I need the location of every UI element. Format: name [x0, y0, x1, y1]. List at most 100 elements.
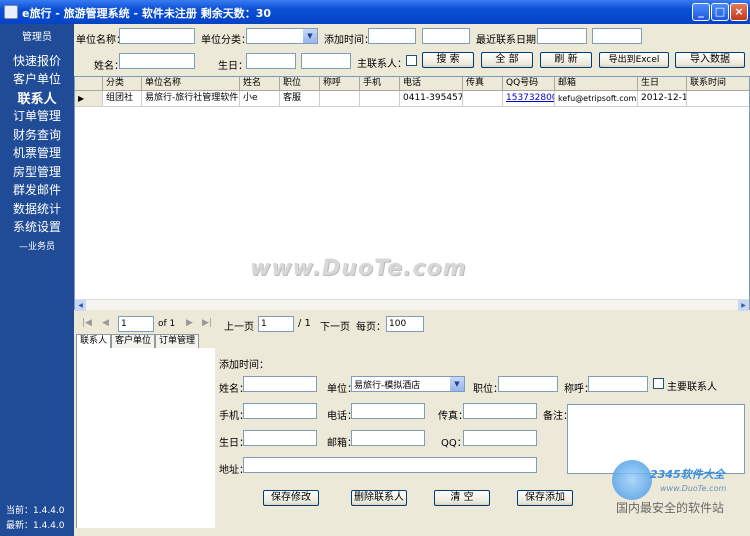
sidebar-item-orders[interactable]: 订单管理 [0, 107, 74, 124]
first-page-icon[interactable]: |◀ [82, 318, 92, 328]
table-cell[interactable]: 客服 [280, 91, 320, 107]
delete-contact-button[interactable]: 删除联系人 [351, 490, 407, 506]
table-cell[interactable]: 易旅行-旅行社管理软件 [142, 91, 240, 107]
pager: |◀ ◀ 1 of 1 ▶ ▶| 上一页 1 / 1 下一页 每页： 100 [74, 312, 750, 334]
add-time-end-input[interactable] [422, 28, 470, 44]
app-icon [4, 5, 18, 19]
page-of-text: of 1 [158, 319, 176, 329]
unit-name-input[interactable] [119, 28, 195, 44]
sidebar-item-customer-units[interactable]: 客户单位 [0, 70, 74, 87]
row-header-corner [75, 77, 103, 91]
prev-page-link[interactable]: 上一页 [224, 318, 254, 333]
column-header[interactable]: 职位 [280, 77, 320, 91]
unit-category-label: 单位分类： [201, 35, 251, 46]
column-header[interactable]: 姓名 [240, 77, 280, 91]
close-button[interactable]: × [730, 3, 748, 21]
watermark-logo-icon [612, 460, 652, 500]
sidebar-item-tickets[interactable]: 机票管理 [0, 144, 74, 161]
table-cell[interactable] [320, 91, 360, 107]
scroll-left-icon[interactable]: ◀ [75, 300, 86, 311]
watermark-site-url: www.DuoTe.com [660, 484, 727, 493]
detail-name-input[interactable] [243, 376, 317, 392]
table-cell[interactable]: 组团社 [103, 91, 142, 107]
sidebar-role[interactable]: —业务员 [0, 239, 74, 252]
detail-remark-textarea[interactable] [567, 404, 745, 474]
sidebar-item-statistics[interactable]: 数据统计 [0, 200, 74, 217]
page-number-input[interactable]: 1 [118, 316, 154, 332]
import-data-button[interactable]: 导入数据 [675, 52, 745, 68]
next-page-link[interactable]: 下一页 [320, 318, 350, 333]
title-bar: e旅行 - 旅游管理系统 - 软件未注册 剩余天数：30 _ □ × [0, 0, 750, 24]
column-header[interactable]: 邮箱 [555, 77, 638, 91]
horizontal-scrollbar[interactable]: ◀ ▶ [75, 299, 749, 311]
last-contact-end-input[interactable] [592, 28, 642, 44]
detail-address-input[interactable] [243, 457, 537, 473]
table-cell[interactable]: 小e [240, 91, 280, 107]
column-header[interactable]: 单位名称 [142, 77, 240, 91]
column-header[interactable]: 传真 [463, 77, 503, 91]
last-page-icon[interactable]: ▶| [202, 318, 212, 328]
sidebar-item-finance[interactable]: 财务查询 [0, 126, 74, 143]
current-user: 管理员 [22, 32, 52, 43]
table-cell[interactable] [360, 91, 400, 107]
per-page-input[interactable]: 100 [386, 316, 424, 332]
maximize-button[interactable]: □ [711, 3, 729, 21]
sidebar-item-contacts[interactable]: 联系人 [0, 88, 74, 107]
table-cell[interactable]: kefu@etripsoft.com [555, 91, 638, 107]
sidebar-item-room-types[interactable]: 房型管理 [0, 163, 74, 180]
duote-watermark: www.DuoTe.com [250, 256, 467, 281]
all-button[interactable]: 全 部 [481, 52, 533, 68]
table-cell[interactable] [463, 91, 503, 107]
sidebar-item-quick-quote[interactable]: 快速报价 [0, 52, 74, 69]
version-current: 当前：1.4.4.0 [6, 506, 65, 516]
prev-page-icon[interactable]: ◀ [102, 318, 109, 328]
column-header[interactable]: 手机 [360, 77, 400, 91]
table-cell[interactable]: 2012-12-12 [638, 91, 687, 107]
birthday-start-input[interactable] [246, 53, 296, 69]
detail-title-input[interactable] [588, 376, 648, 392]
clear-button[interactable]: 清 空 [434, 490, 490, 506]
column-header[interactable]: 称呼 [320, 77, 360, 91]
row-selector-icon[interactable]: ▶ [75, 91, 103, 107]
qq-link[interactable]: 1537328006 [503, 91, 555, 107]
detail-qq-input[interactable] [463, 430, 537, 446]
unit-category-select[interactable]: ▼ [246, 28, 318, 44]
detail-mobile-input[interactable] [243, 403, 317, 419]
save-edit-button[interactable]: 保存修改 [263, 490, 319, 506]
sidebar: 管理员 快速报价 客户单位 联系人 订单管理 财务查询 机票管理 房型管理 群发… [0, 24, 74, 536]
column-header[interactable]: 分类 [103, 77, 142, 91]
detail-unit-select[interactable]: 易旅行-模拟酒店 ▼ [351, 376, 465, 392]
column-header[interactable]: 联系时间 [687, 77, 749, 91]
main-contact-checkbox[interactable] [406, 55, 417, 66]
sidebar-item-settings[interactable]: 系统设置 [0, 218, 74, 235]
scroll-right-icon[interactable]: ▶ [738, 300, 749, 311]
watermark-site-title: 2345软件大全 [650, 468, 725, 481]
next-page-icon[interactable]: ▶ [186, 318, 193, 328]
column-header[interactable]: QQ号码 [503, 77, 555, 91]
column-header[interactable]: 电话 [400, 77, 463, 91]
refresh-button[interactable]: 刷 新 [540, 52, 592, 68]
tab-orders[interactable]: 订单管理 [155, 334, 200, 348]
name-input[interactable] [119, 53, 195, 69]
table-cell[interactable]: 0411-39545729 [400, 91, 463, 107]
detail-fax-input[interactable] [463, 403, 537, 419]
add-time-start-input[interactable] [368, 28, 416, 44]
detail-position-input[interactable] [498, 376, 558, 392]
table-cell[interactable] [687, 91, 749, 107]
minimize-button[interactable]: _ [692, 3, 710, 21]
detail-phone-input[interactable] [351, 403, 425, 419]
column-header[interactable]: 生日 [638, 77, 687, 91]
export-excel-button[interactable]: 导出到Excel [599, 52, 669, 68]
search-button[interactable]: 搜 索 [422, 52, 474, 68]
goto-page-input[interactable]: 1 [258, 316, 294, 332]
tab-customer-units[interactable]: 客户单位 [111, 334, 156, 348]
detail-main-contact-checkbox[interactable] [653, 378, 664, 389]
detail-email-input[interactable] [351, 430, 425, 446]
sidebar-item-mass-mail[interactable]: 群发邮件 [0, 181, 74, 198]
chevron-down-icon: ▼ [450, 377, 464, 391]
birthday-end-input[interactable] [301, 53, 351, 69]
save-add-button[interactable]: 保存添加 [517, 490, 573, 506]
tab-contacts[interactable]: 联系人 [76, 334, 112, 349]
detail-birthday-input[interactable] [243, 430, 317, 446]
last-contact-start-input[interactable] [537, 28, 587, 44]
